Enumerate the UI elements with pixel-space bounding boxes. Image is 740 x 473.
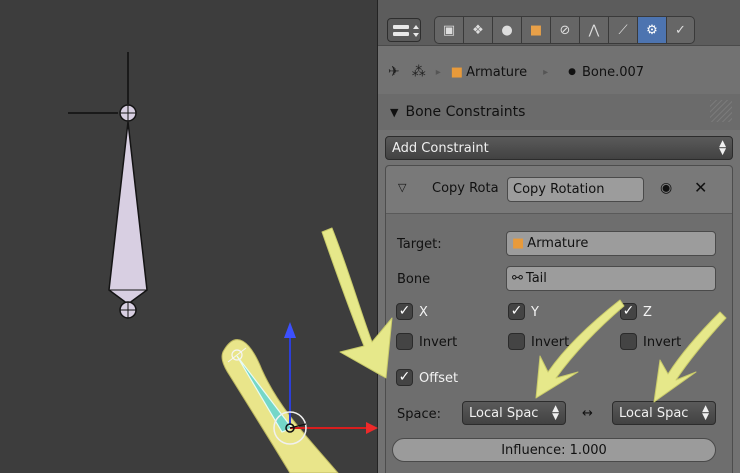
- offset-checkbox[interactable]: ✓: [396, 369, 413, 386]
- bone-dot-icon: ●: [568, 67, 576, 77]
- up-down-icon: ▲ ▼: [702, 404, 709, 422]
- cube-icon: ■: [450, 64, 464, 80]
- target-value: Armature: [527, 236, 589, 251]
- panel-title: Bone Constraints: [405, 104, 526, 120]
- up-down-icon: ▲ ▼: [552, 404, 559, 422]
- properties-header: ▣ ❖ ● ■ ⊘ ⋀ ⟋ ⚙ ✓: [378, 0, 740, 46]
- link-icon: ⊘: [559, 22, 571, 38]
- invert-y-label: Invert: [531, 335, 570, 350]
- breadcrumb: ✈ ⁂ ▸ ■ Armature ▸ ● Bone.007: [378, 55, 740, 89]
- expand-triangle-icon[interactable]: ▽: [398, 181, 406, 194]
- influence-slider[interactable]: Influence: 1.000: [392, 438, 716, 462]
- data-tab[interactable]: ✓: [666, 16, 695, 44]
- bone-tab[interactable]: ⟋: [608, 16, 637, 44]
- bone-value: Tail: [525, 271, 547, 286]
- drag-grip-icon[interactable]: [710, 100, 732, 122]
- constraints-tab[interactable]: ⊘: [550, 16, 579, 44]
- space-arrow-icon: ↔: [582, 406, 593, 421]
- offset-label: Offset: [419, 371, 459, 386]
- render-tab[interactable]: ▣: [434, 16, 463, 44]
- constraint-header: ▽ Copy Rota Copy Rotation ◉ ✕: [386, 166, 732, 214]
- armature-tab[interactable]: ⋀: [579, 16, 608, 44]
- close-icon[interactable]: ✕: [694, 178, 707, 197]
- cube-icon: ■: [512, 236, 525, 251]
- space-label: Space:: [397, 407, 441, 422]
- breadcrumb-arrow-icon: ▸: [543, 66, 549, 78]
- collapse-triangle-icon[interactable]: ▼: [390, 106, 398, 119]
- bone-constraints-tab[interactable]: ⚙: [637, 16, 666, 44]
- owner-space-dropdown[interactable]: Local Spac ▲ ▼: [462, 401, 566, 425]
- checkmark-icon: ✓: [622, 303, 635, 319]
- invert-z-label: Invert: [643, 335, 682, 350]
- camera-icon: ▣: [442, 22, 456, 38]
- target-space-value: Local Spac: [619, 405, 689, 421]
- x-label: X: [419, 305, 428, 320]
- breadcrumb-bone: Bone.007: [582, 64, 645, 80]
- bone-field[interactable]: ⚯ Tail: [506, 266, 716, 291]
- breadcrumb-object: Armature: [466, 64, 528, 80]
- octahedral-bone[interactable]: [108, 121, 148, 305]
- target-space-dropdown[interactable]: Local Spac ▲ ▼: [612, 401, 716, 425]
- bone-constraints-panel-header[interactable]: ▼ Bone Constraints: [378, 94, 740, 130]
- invert-x-checkbox[interactable]: [396, 333, 413, 350]
- invert-y-checkbox[interactable]: [508, 333, 525, 350]
- add-constraint-dropdown[interactable]: Add Constraint ▲ ▼: [385, 136, 733, 160]
- editor-type-button[interactable]: [387, 18, 421, 42]
- bone-label: Bone: [397, 272, 431, 287]
- vertex-icon: ✓: [675, 22, 686, 38]
- x-checkbox[interactable]: ✓: [396, 303, 413, 320]
- constraint-name-field[interactable]: Copy Rotation: [507, 177, 644, 202]
- pin-icon[interactable]: ✈: [388, 64, 400, 80]
- 3d-viewport[interactable]: [0, 0, 378, 473]
- invert-x-label: Invert: [419, 335, 458, 350]
- y-checkbox[interactable]: ✓: [508, 303, 525, 320]
- x-axis-arrow-head[interactable]: [366, 422, 378, 434]
- checkmark-icon: ✓: [398, 303, 411, 319]
- context-tabs: ▣ ❖ ● ■ ⊘ ⋀ ⟋ ⚙ ✓: [434, 16, 695, 44]
- constraint-type-label: Copy Rota: [432, 181, 499, 196]
- checkmark-icon: ✓: [510, 303, 523, 319]
- z-label: Z: [643, 305, 652, 320]
- breadcrumb-arrow-icon: ▸: [435, 66, 441, 78]
- y-label: Y: [531, 305, 539, 320]
- world-tab[interactable]: ●: [492, 16, 521, 44]
- world-icon: ●: [501, 22, 513, 38]
- copy-rotation-constraint: ▽ Copy Rota Copy Rotation ◉ ✕ Target: ■ …: [385, 165, 733, 473]
- viewport-canvas: [68, 52, 378, 473]
- z-checkbox[interactable]: ✓: [620, 303, 637, 320]
- invert-z-checkbox[interactable]: [620, 333, 637, 350]
- properties-panel: ▣ ❖ ● ■ ⊘ ⋀ ⟋ ⚙ ✓ ✈ ⁂ ▸ ■ Armature ▸ ● B…: [378, 0, 740, 473]
- target-label: Target:: [397, 237, 442, 252]
- target-field[interactable]: ■ Armature: [506, 231, 716, 256]
- constraint-name-value: Copy Rotation: [513, 182, 605, 197]
- checkmark-icon: ✓: [398, 369, 411, 385]
- stick-figure-icon: ⋀: [588, 22, 600, 38]
- bone-constraint-icon: ⚙: [646, 22, 658, 38]
- render-layers-tab[interactable]: ❖: [463, 16, 492, 44]
- cube-icon: ■: [529, 22, 543, 38]
- bone-icon: ⟋: [618, 22, 628, 38]
- z-axis-arrow-head[interactable]: [284, 322, 296, 338]
- add-constraint-label: Add Constraint: [392, 140, 489, 156]
- bone-icon: ⚯: [512, 271, 523, 286]
- eye-icon[interactable]: ◉: [660, 180, 672, 196]
- up-down-icon: ▲ ▼: [719, 139, 726, 157]
- influence-value: Influence: 1.000: [501, 442, 607, 458]
- editor-type-icon: [393, 25, 419, 37]
- owner-space-value: Local Spac: [469, 405, 539, 421]
- layers-icon: ❖: [472, 22, 484, 38]
- object-tab[interactable]: ■: [521, 16, 550, 44]
- scene-icon: ⁂: [411, 64, 426, 80]
